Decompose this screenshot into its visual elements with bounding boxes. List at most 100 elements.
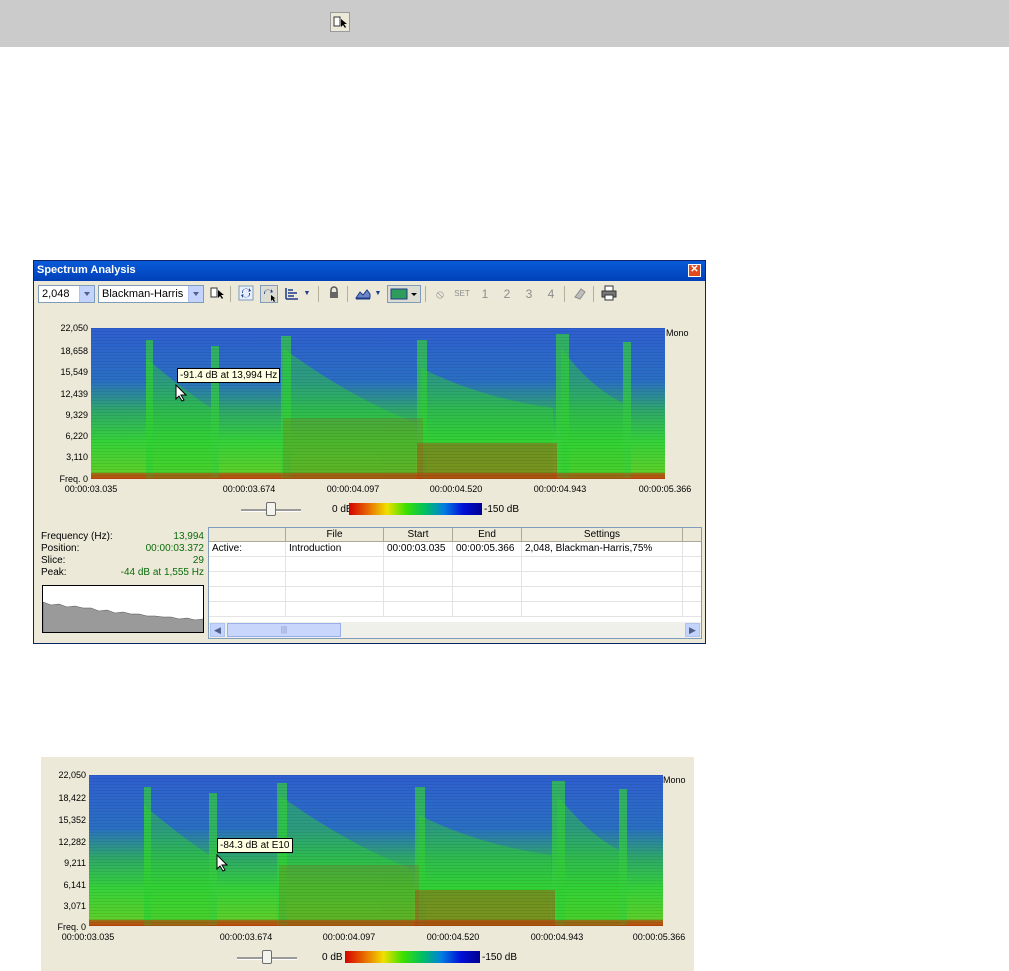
x-tick: 00:00:05.366: [638, 484, 692, 494]
mouse-cursor-icon: [175, 384, 187, 402]
position-value: 00:00:03.372: [145, 543, 204, 554]
table-cell: 00:00:03.035: [384, 542, 453, 557]
x-tick: 00:00:03.035: [64, 484, 118, 494]
marker-2-button: 2: [503, 287, 511, 301]
value-tooltip: -84.3 dB at E10: [217, 838, 293, 853]
x-tick: 00:00:04.097: [326, 484, 380, 494]
table-cell: [683, 542, 701, 557]
table-cell: [286, 572, 384, 587]
value-tooltip: -91.4 dB at 13,994 Hz: [177, 368, 281, 383]
slice-label: Slice:: [41, 555, 66, 566]
no-icon: ⦸: [436, 287, 444, 301]
slice-row: Slice: 29: [41, 555, 204, 567]
spectrogram-image[interactable]: [91, 328, 665, 479]
y-tick: 9,329: [65, 410, 88, 420]
zoom-slider-thumb[interactable]: [262, 950, 272, 964]
window-titlebar[interactable]: Spectrum Analysis ✕: [34, 261, 705, 281]
y-tick: 15,549: [60, 367, 88, 377]
window-type-select[interactable]: Blackman-Harris: [98, 285, 204, 303]
chevron-down-icon[interactable]: [79, 286, 94, 302]
slice-graph: [42, 585, 204, 633]
table-cell: [384, 602, 453, 617]
table-cell: [286, 602, 384, 617]
select-region-icon[interactable]: [208, 285, 226, 303]
x-tick: 00:00:03.674: [219, 932, 273, 942]
y-tick: 6,141: [63, 880, 86, 890]
spectrogram-panel: 22,050 18,658 15,549 12,439 9,329 6,220 …: [34, 307, 705, 525]
channel-label: Mono: [663, 775, 686, 785]
table-cell: [384, 557, 453, 572]
analysis-toolbar: 2,048 Blackman-Harris ▼ ▼ ⦸ SET 1 2 3 4: [34, 282, 705, 306]
auto-update-icon[interactable]: [260, 285, 278, 303]
table-header[interactable]: Settings: [522, 528, 683, 542]
table-cell: [209, 557, 286, 572]
table-header[interactable]: Start: [384, 528, 453, 542]
y-tick: 3,110: [66, 452, 88, 462]
info-panel: Frequency (Hz): 13,994 Position: 00:00:0…: [38, 527, 206, 637]
refresh-icon[interactable]: [237, 285, 255, 303]
color-scale-bar: [345, 951, 480, 963]
table-cell: [209, 587, 286, 602]
mouse-cursor-icon: [216, 854, 228, 872]
x-tick: 00:00:04.520: [429, 484, 483, 494]
color-scale-bar: [349, 503, 482, 515]
position-label: Position:: [41, 543, 80, 554]
toolbar-separator: [593, 286, 594, 302]
lock-icon[interactable]: [325, 285, 343, 303]
select-region-icon[interactable]: [330, 12, 350, 32]
table-cell: [453, 572, 522, 587]
table-header[interactable]: [209, 528, 286, 542]
table-header[interactable]: End: [453, 528, 522, 542]
fft-size-select[interactable]: 2,048: [38, 285, 95, 303]
spectrum-analysis-window: Spectrum Analysis ✕ 2,048 Blackman-Harri…: [33, 260, 706, 644]
close-icon[interactable]: ✕: [688, 264, 701, 277]
print-icon[interactable]: [600, 285, 618, 303]
x-tick: 00:00:04.520: [426, 932, 480, 942]
y-tick: 15,352: [58, 815, 86, 825]
scroll-right-icon[interactable]: ▶: [685, 623, 700, 637]
table-header: [683, 528, 701, 542]
window-type-value: Blackman-Harris: [102, 288, 184, 300]
chart-options-icon[interactable]: [283, 285, 301, 303]
table-cell: [384, 572, 453, 587]
horizontal-scrollbar[interactable]: ◀ ||| ▶: [209, 622, 701, 638]
channel-label: Mono: [666, 328, 689, 338]
table-cell: [453, 557, 522, 572]
scale-min-label: 0 dB: [322, 952, 343, 963]
chevron-down-icon[interactable]: [188, 286, 203, 302]
x-tick: 00:00:03.674: [222, 484, 276, 494]
y-tick: 6,220: [65, 431, 88, 441]
scrollbar-thumb[interactable]: |||: [227, 623, 341, 637]
y-tick: 9,211: [64, 858, 86, 868]
table-cell: [683, 587, 701, 602]
peak-value: -44 dB at 1,555 Hz: [120, 567, 204, 578]
marker-4-button: 4: [547, 287, 555, 301]
scale-max-label: -150 dB: [484, 504, 520, 515]
y-tick: 12,439: [60, 389, 88, 399]
table-header[interactable]: File: [286, 528, 384, 542]
color-scheme-button[interactable]: [387, 285, 421, 303]
chevron-down-icon[interactable]: ▼: [373, 285, 383, 303]
y-tick: 12,282: [58, 837, 86, 847]
toolbar-separator: [230, 286, 231, 302]
position-row: Position: 00:00:03.372: [41, 543, 204, 555]
snapshot-table: File Start End Settings Active: Introduc…: [208, 527, 702, 639]
scroll-left-icon[interactable]: ◀: [210, 623, 225, 637]
toolbar-separator: [425, 286, 426, 302]
spectrogram-panel-2: 22,050 18,422 15,352 12,282 9,211 6,141 …: [41, 757, 694, 971]
table-cell: [453, 602, 522, 617]
chevron-down-icon[interactable]: ▼: [302, 285, 312, 303]
zoom-slider-thumb[interactable]: [266, 502, 276, 516]
table-cell: [683, 602, 701, 617]
spectrogram-image-2[interactable]: [89, 775, 663, 926]
table-cell: [453, 587, 522, 602]
peak-label: Peak:: [41, 567, 67, 578]
table-cell: [683, 572, 701, 587]
y-tick: 18,658: [60, 346, 88, 356]
x-tick: 00:00:04.097: [322, 932, 376, 942]
x-tick: 00:00:04.943: [533, 484, 587, 494]
table-cell: [522, 572, 683, 587]
graph-type-icon[interactable]: [354, 285, 372, 303]
x-tick: 00:00:04.943: [530, 932, 584, 942]
table-cell: [522, 557, 683, 572]
